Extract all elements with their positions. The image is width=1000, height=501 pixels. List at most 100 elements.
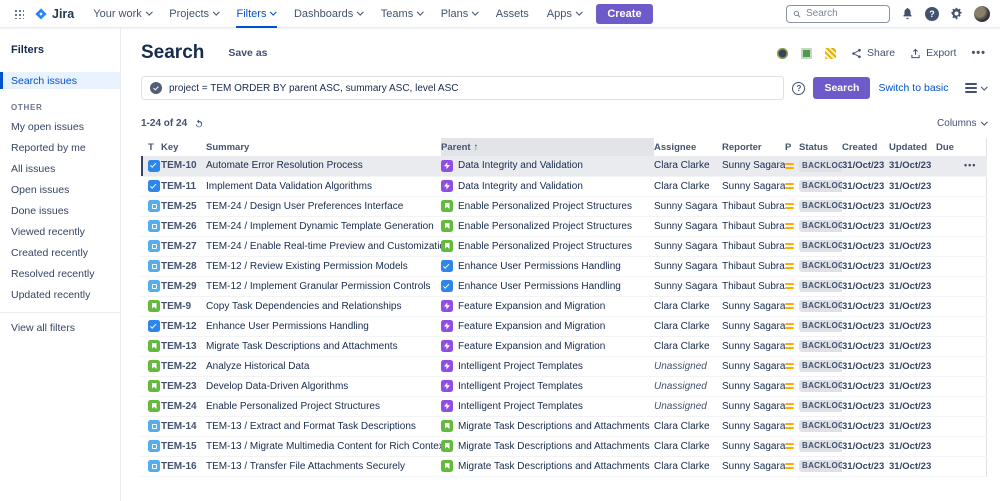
sidebar-item-my-open-issues[interactable]: My open issues [0, 116, 120, 137]
nav-item-apps[interactable]: Apps [538, 0, 591, 27]
sidebar-item-resolved-recently[interactable]: Resolved recently [0, 263, 120, 284]
issue-summary[interactable]: TEM-13 / Transfer File Attachments Secur… [206, 456, 441, 476]
parent-link[interactable]: Migrate Task Descriptions and Attachment… [458, 441, 650, 452]
save-as-button[interactable]: Save as [228, 47, 267, 59]
nav-item-teams[interactable]: Teams [372, 0, 432, 27]
issue-key[interactable]: TEM-27 [161, 236, 206, 256]
issue-summary[interactable]: TEM-13 / Extract and Format Task Descrip… [206, 416, 441, 436]
column-header-p[interactable]: P [785, 138, 799, 156]
table-row[interactable]: TEM-22 Analyze Historical Data Intellige… [141, 356, 987, 376]
table-row[interactable]: TEM-29 TEM-12 / Implement Granular Permi… [141, 276, 987, 296]
issue-key[interactable]: TEM-29 [161, 276, 206, 296]
table-row[interactable]: TEM-10 Automate Error Resolution Process… [141, 156, 987, 176]
table-row[interactable]: TEM-14 TEM-13 / Extract and Format Task … [141, 416, 987, 436]
table-row[interactable]: TEM-26 TEM-24 / Implement Dynamic Templa… [141, 216, 987, 236]
issue-summary[interactable]: TEM-12 / Implement Granular Permission C… [206, 276, 441, 296]
sidebar-item-search-issues[interactable]: Search issues [0, 72, 120, 89]
addon-icon-1[interactable] [777, 48, 788, 59]
parent-link[interactable]: Data Integrity and Validation [458, 181, 583, 192]
jql-query-input[interactable]: project = TEM ORDER BY parent ASC, summa… [141, 76, 784, 100]
issue-key[interactable]: TEM-15 [161, 436, 206, 456]
parent-link[interactable]: Intelligent Project Templates [458, 401, 583, 412]
refresh-icon[interactable] [194, 119, 204, 129]
jira-logo[interactable]: Jira [28, 7, 84, 21]
sidebar-item-view-all-filters[interactable]: View all filters [0, 312, 120, 343]
syntax-help-icon[interactable]: ? [792, 82, 805, 95]
issue-key[interactable]: TEM-13 [161, 336, 206, 356]
table-row[interactable]: TEM-12 Enhance User Permissions Handling… [141, 316, 987, 336]
issue-summary[interactable]: Develop Data-Driven Algorithms [206, 376, 441, 396]
export-button[interactable]: Export [910, 47, 956, 59]
sidebar-item-open-issues[interactable]: Open issues [0, 179, 120, 200]
column-header-summary[interactable]: Summary [206, 138, 441, 156]
more-options-icon[interactable]: ••• [971, 47, 986, 59]
table-row[interactable]: TEM-23 Develop Data-Driven Algorithms In… [141, 376, 987, 396]
parent-link[interactable]: Feature Expansion and Migration [458, 341, 605, 352]
sidebar-item-reported-by-me[interactable]: Reported by me [0, 137, 120, 158]
column-header-updated[interactable]: Updated [889, 138, 936, 156]
table-row[interactable]: TEM-9 Copy Task Dependencies and Relatio… [141, 296, 987, 316]
column-header-assignee[interactable]: Assignee [654, 138, 722, 156]
addon-icon-2[interactable] [801, 48, 812, 59]
issue-key[interactable]: TEM-12 [161, 316, 206, 336]
table-row[interactable]: TEM-11 Implement Data Validation Algorit… [141, 176, 987, 196]
global-search[interactable] [786, 5, 890, 23]
issue-summary[interactable]: Copy Task Dependencies and Relationships [206, 296, 441, 316]
parent-link[interactable]: Migrate Task Descriptions and Attachment… [458, 461, 650, 472]
row-actions-icon[interactable]: ••• [964, 160, 976, 170]
create-button[interactable]: Create [596, 4, 652, 24]
table-row[interactable]: TEM-24 Enable Personalized Project Struc… [141, 396, 987, 416]
sidebar-item-updated-recently[interactable]: Updated recently [0, 284, 120, 305]
issue-summary[interactable]: Analyze Historical Data [206, 356, 441, 376]
column-header-due[interactable]: Due [936, 138, 964, 156]
notifications-bell-icon[interactable] [901, 7, 914, 20]
table-row[interactable]: TEM-13 Migrate Task Descriptions and Att… [141, 336, 987, 356]
issue-key[interactable]: TEM-24 [161, 396, 206, 416]
parent-link[interactable]: Enhance User Permissions Handling [458, 281, 621, 292]
sidebar-item-created-recently[interactable]: Created recently [0, 242, 120, 263]
parent-link[interactable]: Migrate Task Descriptions and Attachment… [458, 421, 650, 432]
column-header-parent[interactable]: Parent↑ [441, 138, 654, 156]
parent-link[interactable]: Feature Expansion and Migration [458, 301, 605, 312]
column-header-status[interactable]: Status [799, 138, 842, 156]
sidebar-item-done-issues[interactable]: Done issues [0, 200, 120, 221]
view-options-toggle[interactable] [965, 83, 987, 92]
share-button[interactable]: Share [851, 47, 895, 59]
nav-item-assets[interactable]: Assets [487, 0, 538, 27]
issue-key[interactable]: TEM-16 [161, 456, 206, 476]
issue-summary[interactable]: TEM-12 / Review Existing Permission Mode… [206, 256, 441, 276]
issue-key[interactable]: TEM-26 [161, 216, 206, 236]
issue-key[interactable]: TEM-25 [161, 196, 206, 216]
issue-summary[interactable]: TEM-24 / Design User Preferences Interfa… [206, 196, 441, 216]
parent-link[interactable]: Intelligent Project Templates [458, 361, 583, 372]
columns-button[interactable]: Columns [937, 118, 986, 129]
nav-item-projects[interactable]: Projects [160, 0, 227, 27]
nav-item-your-work[interactable]: Your work [84, 0, 160, 27]
issue-summary[interactable]: TEM-13 / Migrate Multimedia Content for … [206, 436, 441, 456]
parent-link[interactable]: Enhance User Permissions Handling [458, 261, 621, 272]
table-row[interactable]: TEM-28 TEM-12 / Review Existing Permissi… [141, 256, 987, 276]
table-row[interactable]: TEM-16 TEM-13 / Transfer File Attachment… [141, 456, 987, 476]
settings-gear-icon[interactable] [950, 7, 963, 20]
issue-summary[interactable]: Migrate Task Descriptions and Attachment… [206, 336, 441, 356]
nav-item-plans[interactable]: Plans [432, 0, 487, 27]
column-header-created[interactable]: Created [842, 138, 889, 156]
parent-link[interactable]: Enable Personalized Project Structures [458, 201, 632, 212]
nav-item-dashboards[interactable]: Dashboards [285, 0, 372, 27]
issue-summary[interactable]: Automate Error Resolution Process [206, 156, 441, 176]
parent-link[interactable]: Data Integrity and Validation [458, 160, 583, 171]
issue-summary[interactable]: Enhance User Permissions Handling [206, 316, 441, 336]
issue-key[interactable]: TEM-11 [161, 176, 206, 196]
table-row[interactable]: TEM-15 TEM-13 / Migrate Multimedia Conte… [141, 436, 987, 456]
global-search-input[interactable] [806, 8, 876, 19]
parent-link[interactable]: Feature Expansion and Migration [458, 321, 605, 332]
table-row[interactable]: TEM-25 TEM-24 / Design User Preferences … [141, 196, 987, 216]
switch-to-basic-link[interactable]: Switch to basic [878, 82, 948, 94]
issue-key[interactable]: TEM-22 [161, 356, 206, 376]
issue-summary[interactable]: Implement Data Validation Algorithms [206, 176, 441, 196]
issue-summary[interactable]: Enable Personalized Project Structures [206, 396, 441, 416]
user-avatar[interactable] [974, 6, 990, 22]
issue-key[interactable]: TEM-28 [161, 256, 206, 276]
help-icon[interactable]: ? [925, 7, 939, 21]
issue-key[interactable]: TEM-9 [161, 296, 206, 316]
